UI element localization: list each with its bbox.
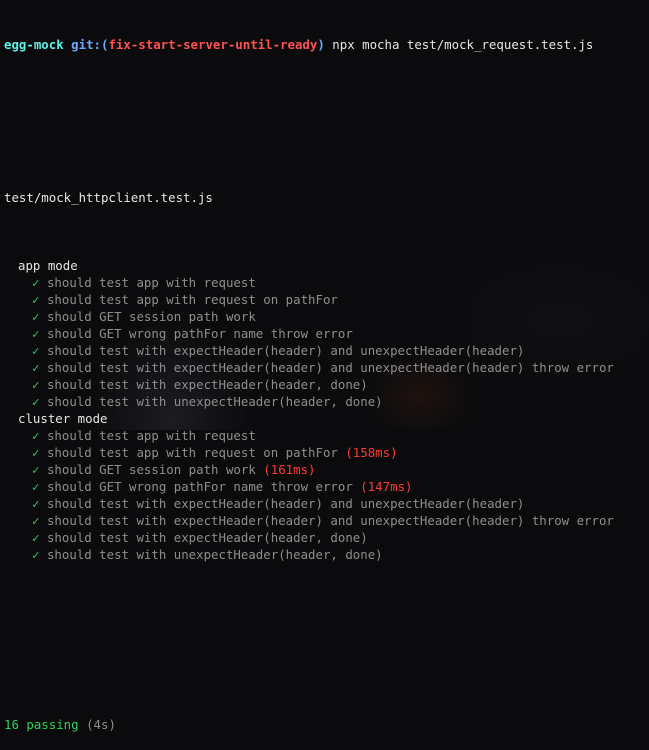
test-label: should GET session path work — [46, 462, 256, 477]
test-result-row: ✓ should test with expectHeader(header, … — [4, 376, 649, 393]
test-duration: (147ms) — [360, 479, 413, 494]
test-result-row: ✓ should test with expectHeader(header) … — [4, 342, 649, 359]
check-icon: ✓ — [32, 462, 40, 477]
check-icon: ✓ — [32, 309, 40, 324]
check-icon: ✓ — [32, 513, 40, 528]
test-result-row: ✓ should GET session path work (161ms) — [4, 461, 649, 478]
test-result-row: ✓ should GET session path work — [4, 308, 649, 325]
test-label: should test with expectHeader(header, do… — [46, 530, 368, 545]
test-result-row: ✓ should test app with request — [4, 274, 649, 291]
test-label: should test with expectHeader(header) an… — [46, 343, 525, 358]
check-icon: ✓ — [32, 275, 40, 290]
prompt-line: egg-mock git:(fix-start-server-until-rea… — [4, 36, 649, 53]
passing-count: 16 passing — [4, 717, 79, 732]
check-icon: ✓ — [32, 530, 40, 545]
test-label: should test with unexpectHeader(header, … — [46, 394, 383, 409]
prompt-branch: fix-start-server-until-ready — [108, 37, 318, 52]
summary-line: 16 passing (4s) — [4, 716, 649, 733]
test-result-row: ✓ should test with expectHeader(header, … — [4, 529, 649, 546]
check-icon: ✓ — [32, 496, 40, 511]
test-label: should test with expectHeader(header) an… — [46, 496, 525, 511]
test-label: should GET wrong pathFor name throw erro… — [46, 326, 353, 341]
check-icon: ✓ — [32, 343, 40, 358]
check-icon: ✓ — [32, 394, 40, 409]
test-duration: (161ms) — [263, 462, 316, 477]
test-result-row: ✓ should test with unexpectHeader(header… — [4, 393, 649, 410]
test-result-row: ✓ should test with expectHeader(header) … — [4, 359, 649, 376]
test-label: should test app with request — [46, 428, 256, 443]
test-result-row: ✓ should GET wrong pathFor name throw er… — [4, 325, 649, 342]
test-label: should test app with request — [46, 275, 256, 290]
test-result-row: ✓ should GET wrong pathFor name throw er… — [4, 478, 649, 495]
suite-title: app mode — [18, 258, 78, 273]
test-label: should test app with request on pathFor — [46, 292, 338, 307]
test-file-name: test/mock_httpclient.test.js — [4, 190, 213, 205]
suite-title: cluster mode — [18, 411, 108, 426]
check-icon: ✓ — [32, 428, 40, 443]
total-duration: (4s) — [86, 717, 116, 732]
test-label: should test with unexpectHeader(header, … — [46, 547, 383, 562]
prompt-git-label: git: — [71, 37, 101, 52]
test-result-row: ✓ should test with unexpectHeader(header… — [4, 546, 649, 563]
check-icon: ✓ — [32, 479, 40, 494]
test-result-row: ✓ should test with expectHeader(header) … — [4, 512, 649, 529]
test-result-row: ✓ should test with expectHeader(header) … — [4, 495, 649, 512]
check-icon: ✓ — [32, 292, 40, 307]
test-suites: app mode ✓ should test app with request ✓ … — [4, 257, 649, 563]
test-duration: (158ms) — [345, 445, 398, 460]
prompt-branch-close: ) — [317, 37, 325, 52]
prompt-command: npx mocha test/mock_request.test.js — [332, 37, 594, 52]
test-label: should test app with request on pathFor — [46, 445, 338, 460]
terminal-output[interactable]: egg-mock git:(fix-start-server-until-rea… — [0, 0, 649, 732]
test-result-row: ✓ should test app with request on pathFo… — [4, 444, 649, 461]
check-icon: ✓ — [32, 377, 40, 392]
check-icon: ✓ — [32, 360, 40, 375]
test-label: should GET session path work — [46, 309, 256, 324]
test-result-row: ✓ should test app with request on pathFo… — [4, 291, 649, 308]
prompt-dir: egg-mock — [4, 37, 64, 52]
test-label: should GET wrong pathFor name throw erro… — [46, 479, 353, 494]
check-icon: ✓ — [32, 445, 40, 460]
test-label: should test with expectHeader(header) an… — [46, 513, 614, 528]
check-icon: ✓ — [32, 326, 40, 341]
test-label: should test with expectHeader(header, do… — [46, 377, 368, 392]
test-label: should test with expectHeader(header) an… — [46, 360, 614, 375]
check-icon: ✓ — [32, 547, 40, 562]
